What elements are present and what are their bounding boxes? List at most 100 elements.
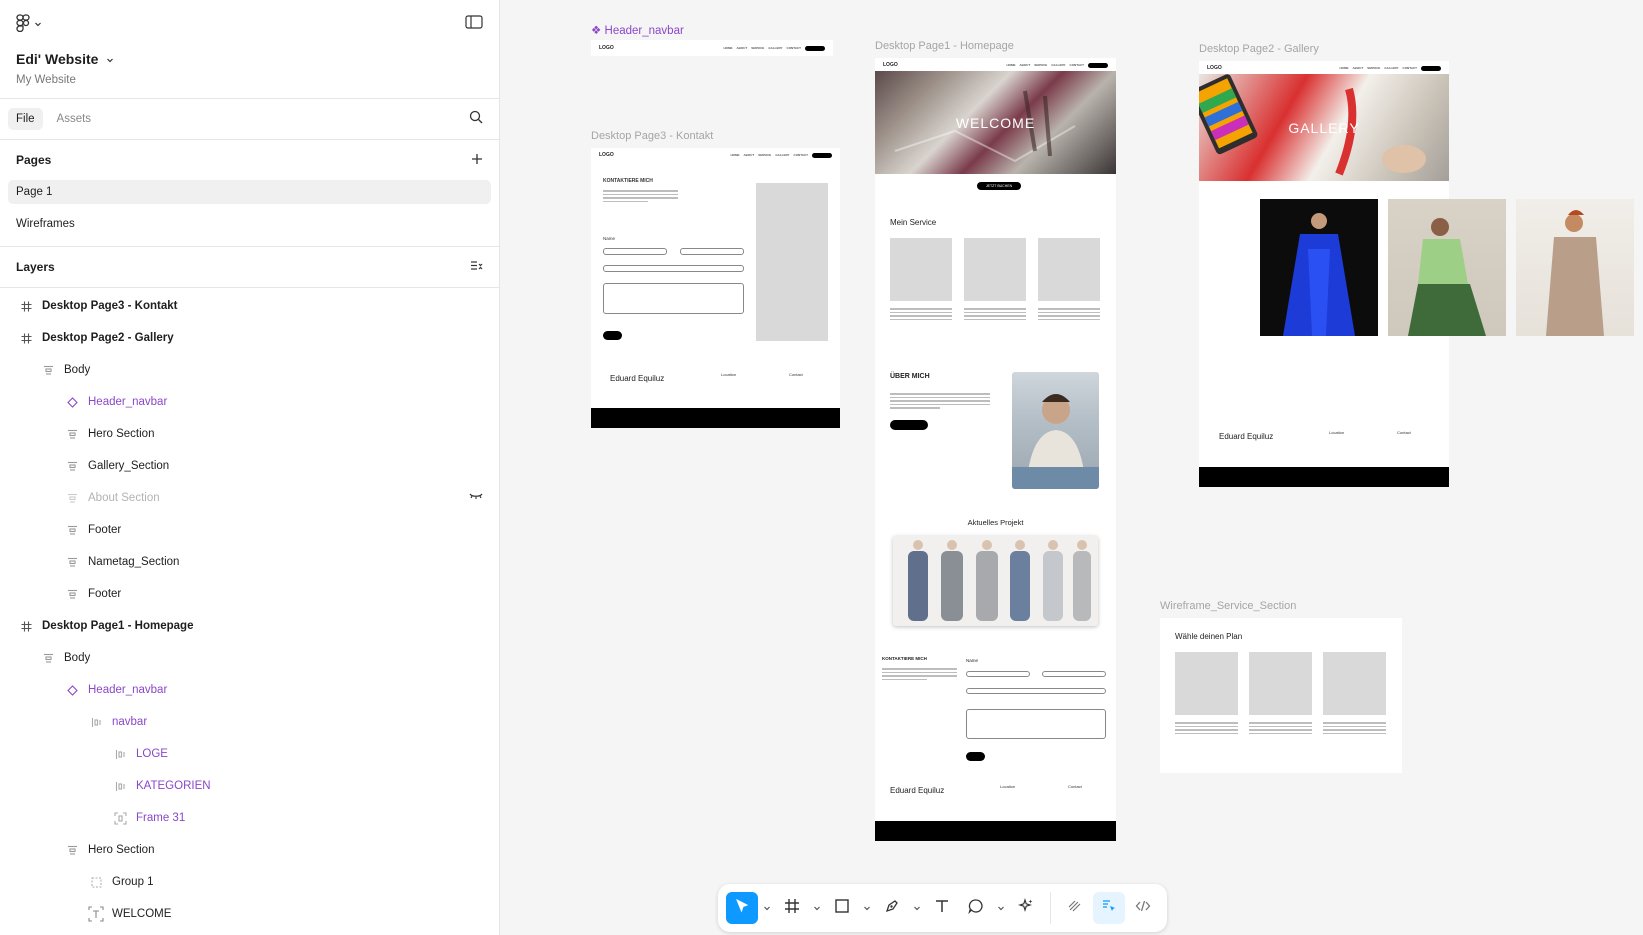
layer-about-section[interactable]: About Section bbox=[0, 482, 499, 514]
horizontal-autolayout-icon bbox=[112, 746, 128, 762]
move-tool-menu[interactable] bbox=[760, 892, 774, 924]
chevron-down-icon bbox=[106, 51, 114, 67]
cursor-icon bbox=[734, 898, 750, 919]
send-button[interactable] bbox=[603, 331, 622, 340]
frame-desktop-page2[interactable]: LOGO HOME ABOUT SERVICE GALLERY CONTACT GALL… bbox=[1199, 61, 1634, 487]
portrait-figure bbox=[1012, 394, 1099, 489]
layer-desktop-page1[interactable]: Desktop Page1 - Homepage bbox=[0, 610, 499, 642]
text-tool[interactable] bbox=[926, 892, 958, 924]
email-field[interactable] bbox=[603, 265, 744, 272]
first-name-field[interactable] bbox=[966, 671, 1030, 677]
design-mode-toggle[interactable] bbox=[1093, 892, 1125, 924]
draw-mode-toggle[interactable] bbox=[1059, 892, 1091, 924]
frame-desktop-page1[interactable]: LOGO HOME ABOUT SERVICE GALLERY CONTACT WELC… bbox=[875, 58, 1116, 841]
frame-tool[interactable] bbox=[776, 892, 808, 924]
plan-card bbox=[1175, 652, 1238, 715]
autolayout-icon bbox=[40, 362, 56, 378]
canvas[interactable]: ❖ Header_navbar LOGO HOME ABOUT SERVICE GAL… bbox=[501, 0, 1643, 935]
logo-text: LOGO bbox=[599, 45, 614, 51]
last-name-field[interactable] bbox=[680, 248, 744, 255]
email-field[interactable] bbox=[966, 688, 1106, 694]
frame-desktop-page3[interactable]: LOGO HOME ABOUT SERVICE GALLERY CONTACT KONT… bbox=[591, 148, 840, 428]
layer-group-1[interactable]: Group 1 bbox=[0, 866, 499, 898]
rectangle-tool[interactable] bbox=[826, 892, 858, 924]
layer-hero-section[interactable]: Hero Section bbox=[0, 418, 499, 450]
comment-tool[interactable] bbox=[960, 892, 992, 924]
about-button[interactable] bbox=[890, 420, 928, 430]
comment-tool-menu[interactable] bbox=[994, 892, 1008, 924]
tab-file[interactable]: File bbox=[8, 108, 43, 130]
frame-label-wireframe[interactable]: Wireframe_Service_Section bbox=[1160, 600, 1296, 612]
layer-body[interactable]: Body bbox=[0, 642, 499, 674]
layer-welcome[interactable]: WELCOME bbox=[0, 898, 499, 930]
layer-label: navbar bbox=[112, 716, 148, 728]
add-page-icon[interactable] bbox=[471, 153, 483, 168]
component-instance-icon bbox=[64, 394, 80, 410]
frame-label-page3[interactable]: Desktop Page3 - Kontakt bbox=[591, 130, 713, 142]
frame-hash-icon bbox=[18, 618, 34, 634]
hidden-eye-icon[interactable] bbox=[469, 491, 483, 504]
plan-text bbox=[1323, 722, 1386, 736]
chevron-down-icon bbox=[998, 906, 1004, 911]
header-navbar-component[interactable]: LOGO HOME ABOUT SERVICE GALLERY CONTACT bbox=[591, 40, 833, 56]
autolayout-icon bbox=[64, 458, 80, 474]
layer-loge[interactable]: LOGE bbox=[0, 738, 499, 770]
layer-footer[interactable]: Footer bbox=[0, 578, 499, 610]
page-item-page-1[interactable]: Page 1 bbox=[8, 180, 491, 204]
layer-gallery-section[interactable]: Gallery_Section bbox=[0, 450, 499, 482]
layer-frame-31[interactable]: Frame 31 bbox=[0, 802, 499, 834]
collapse-layers-icon[interactable] bbox=[470, 260, 483, 274]
layer-header-navbar[interactable]: Header_navbar bbox=[0, 674, 499, 706]
footer-name: Eduard Equiluz bbox=[1219, 432, 1274, 441]
name-label: Name bbox=[966, 658, 979, 663]
layer-desktop-page3[interactable]: Desktop Page3 - Kontakt bbox=[0, 290, 499, 322]
last-name-field[interactable] bbox=[1042, 671, 1106, 677]
layer-header-navbar[interactable]: Header_navbar bbox=[0, 386, 499, 418]
portrait-image bbox=[1012, 372, 1099, 489]
frame-label-header-navbar[interactable]: ❖ Header_navbar bbox=[591, 23, 684, 37]
layer-kategorien[interactable]: KATEGORIEN bbox=[0, 770, 499, 802]
component-instance-icon bbox=[64, 682, 80, 698]
service-text bbox=[1038, 308, 1100, 322]
service-text bbox=[964, 308, 1026, 322]
message-field[interactable] bbox=[966, 709, 1106, 739]
page-item-wireframes[interactable]: Wireframes bbox=[8, 212, 491, 236]
frame-hash-icon bbox=[784, 898, 800, 919]
pen-tool[interactable] bbox=[876, 892, 908, 924]
layer-body[interactable]: Body bbox=[0, 354, 499, 386]
project-info: Edi' Website My Website bbox=[0, 48, 499, 98]
move-tool[interactable] bbox=[726, 892, 758, 924]
footer-name: Eduard Equiluz bbox=[890, 786, 945, 795]
message-field[interactable] bbox=[603, 283, 744, 314]
actions-tool[interactable] bbox=[1010, 892, 1042, 924]
tab-assets[interactable]: Assets bbox=[49, 108, 100, 130]
frame-tool-menu[interactable] bbox=[810, 892, 824, 924]
layer-footer[interactable]: Footer bbox=[0, 514, 499, 546]
image-placeholder bbox=[756, 183, 828, 341]
gallery-image-beige-outfit bbox=[1516, 199, 1634, 336]
send-button[interactable] bbox=[966, 752, 985, 761]
frame-wireframe-service[interactable]: Wähle deinen Plan bbox=[1160, 618, 1402, 773]
footer-contact: Contact bbox=[1397, 430, 1411, 435]
layer-nametag-section[interactable]: Nametag_Section bbox=[0, 546, 499, 578]
layer-label: Footer bbox=[88, 588, 122, 600]
search-icon[interactable] bbox=[469, 110, 491, 129]
layer-label: Nametag_Section bbox=[88, 556, 180, 568]
first-name-field[interactable] bbox=[603, 248, 667, 255]
project-name-button[interactable]: Edi' Website bbox=[16, 48, 483, 70]
autolayout-icon bbox=[40, 650, 56, 666]
layer-desktop-page2[interactable]: Desktop Page2 - Gallery bbox=[0, 322, 499, 354]
shape-tool-menu[interactable] bbox=[860, 892, 874, 924]
pen-tool-menu[interactable] bbox=[910, 892, 924, 924]
dev-mode-toggle[interactable] bbox=[1127, 892, 1159, 924]
frame-label-page2[interactable]: Desktop Page2 - Gallery bbox=[1199, 43, 1319, 55]
main-menu-button[interactable] bbox=[16, 13, 42, 35]
layer-hero-section[interactable]: Hero Section bbox=[0, 834, 499, 866]
mein-service-heading: Mein Service bbox=[890, 218, 937, 227]
toggle-sidebar-icon[interactable] bbox=[465, 14, 483, 34]
frame-label-page1[interactable]: Desktop Page1 - Homepage bbox=[875, 40, 1014, 52]
layer-label: Frame 31 bbox=[136, 812, 186, 824]
gallery-image-green-suit bbox=[1388, 199, 1506, 336]
layer-navbar[interactable]: navbar bbox=[0, 706, 499, 738]
jetzt-buchen-button[interactable]: JETZT BUCHEN bbox=[977, 182, 1021, 190]
